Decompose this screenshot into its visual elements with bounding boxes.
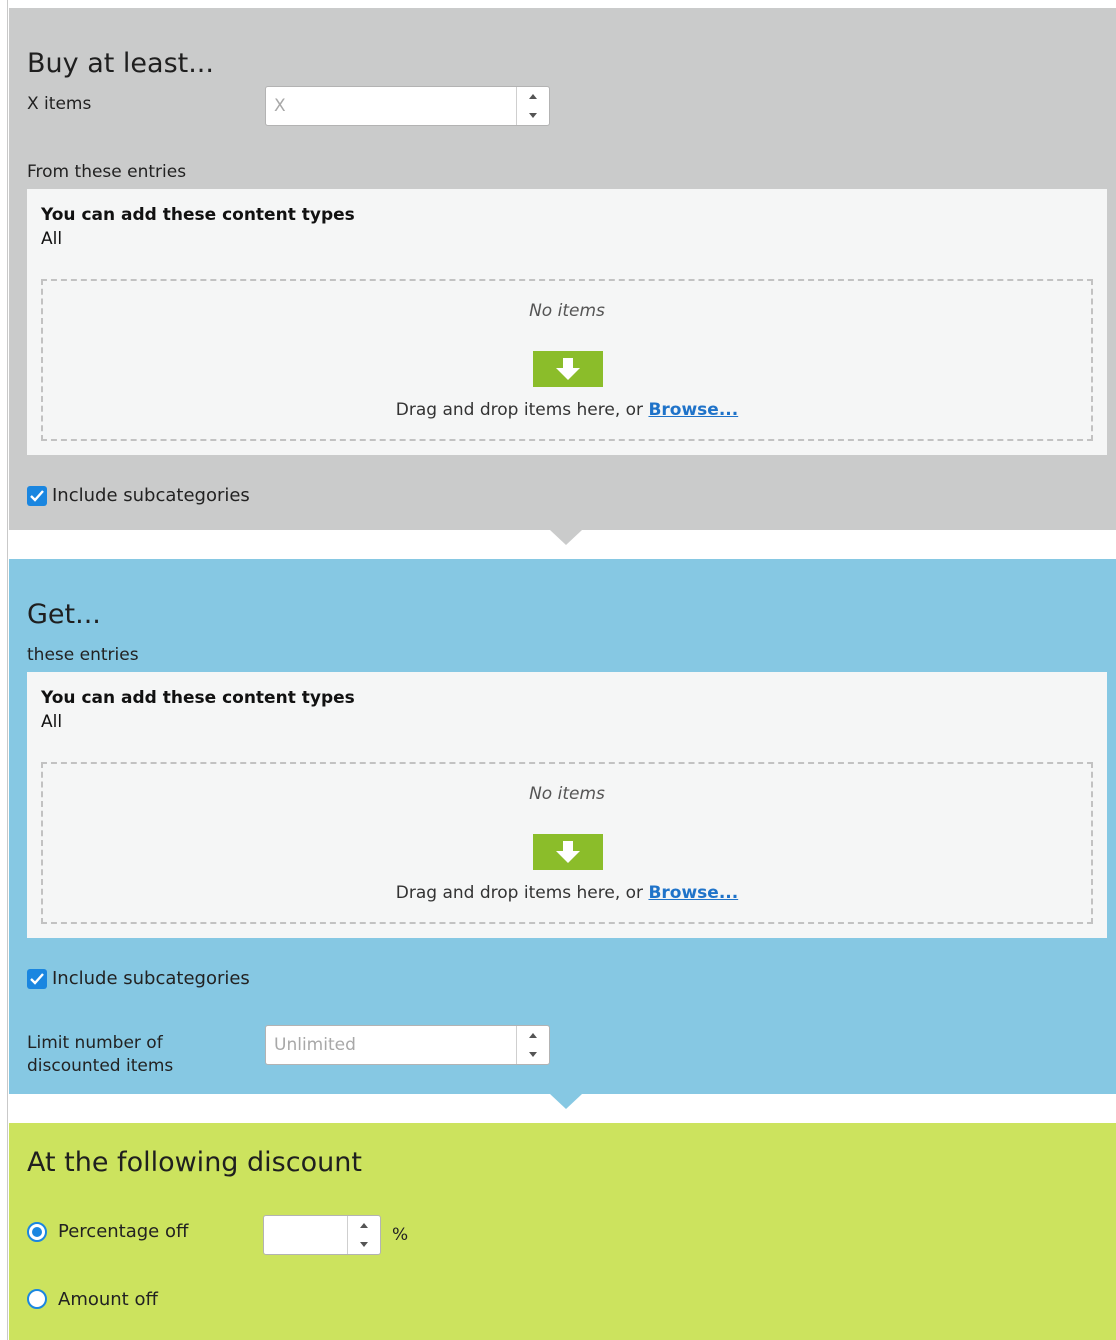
include-subcategories-row[interactable]: Include subcategories [27,968,250,989]
drop-text: Drag and drop items here, or [395,400,649,420]
content-types-title: You can add these content types [41,205,355,225]
amount-off-radio[interactable] [27,1289,47,1309]
x-items-input[interactable] [266,87,516,125]
include-subcategories-row[interactable]: Include subcategories [27,485,250,506]
triangle-up-icon [529,1033,537,1038]
buy-content-area: You can add these content types All No i… [27,189,1107,455]
percentage-spinbox [263,1215,381,1255]
checkmark-icon [30,489,44,502]
buy-heading: Buy at least... [27,48,214,79]
limit-label-line1: Limit number of [27,1033,163,1053]
get-section: Get... these entries You can add these c… [9,559,1116,1094]
buy-at-least-section: Buy at least... X items From these entri… [9,8,1116,530]
section-pointer [550,1094,582,1109]
percentage-input[interactable] [264,1216,348,1254]
get-dropzone[interactable]: No items Drag and drop items here, or Br… [41,762,1093,924]
get-content-area: You can add these content types All No i… [27,672,1107,938]
browse-link[interactable]: Browse... [648,883,738,903]
amount-off-label: Amount off [58,1289,158,1310]
drop-text: Drag and drop items here, or [395,883,649,903]
content-types-value: All [41,229,63,249]
arrow-down-icon [533,834,603,870]
x-items-increment-button[interactable] [517,87,549,106]
percentage-decrement-button[interactable] [348,1235,380,1254]
section-pointer [550,530,582,545]
browse-link[interactable]: Browse... [648,400,738,420]
triangle-down-icon [529,113,537,118]
limit-decrement-button[interactable] [517,1045,549,1064]
include-subcategories-checkbox[interactable] [27,968,47,989]
include-subcategories-checkbox[interactable] [27,485,47,506]
x-items-spin-buttons [516,87,549,125]
include-subcategories-label: Include subcategories [52,968,250,989]
percentage-off-label: Percentage off [58,1221,189,1242]
limit-input[interactable] [266,1026,516,1064]
x-items-decrement-button[interactable] [517,106,549,125]
limit-label: Limit number of discounted items [27,1032,173,1078]
limit-spin-buttons [516,1026,549,1064]
content-types-value: All [41,712,63,732]
content-types-title: You can add these content types [41,688,355,708]
drop-instructions: Drag and drop items here, or Browse... [43,400,1091,420]
percentage-spin-buttons [347,1216,380,1254]
drop-instructions: Drag and drop items here, or Browse... [43,883,1091,903]
limit-spinbox [265,1025,550,1065]
percent-symbol: % [392,1225,409,1245]
triangle-up-icon [529,94,537,99]
buy-dropzone[interactable]: No items Drag and drop items here, or Br… [41,279,1093,441]
no-items-text: No items [529,301,605,321]
get-heading: Get... [27,599,101,630]
x-items-label: X items [27,94,92,114]
triangle-down-icon [360,1242,368,1247]
limit-increment-button[interactable] [517,1026,549,1045]
percentage-off-radio[interactable] [27,1222,47,1242]
get-entries-label: these entries [27,645,139,665]
percentage-increment-button[interactable] [348,1216,380,1235]
include-subcategories-label: Include subcategories [52,485,250,506]
triangle-up-icon [360,1223,368,1228]
buy-entries-label: From these entries [27,162,187,182]
radio-selected-dot [32,1227,42,1237]
x-items-spinbox [265,86,550,126]
arrow-down-icon [533,351,603,387]
limit-label-line2: discounted items [27,1056,174,1076]
left-border [7,0,8,1340]
triangle-down-icon [529,1052,537,1057]
no-items-text: No items [529,784,605,804]
checkmark-icon [30,972,44,985]
discount-heading: At the following discount [27,1147,362,1178]
discount-section: At the following discount Percentage off… [9,1123,1116,1340]
